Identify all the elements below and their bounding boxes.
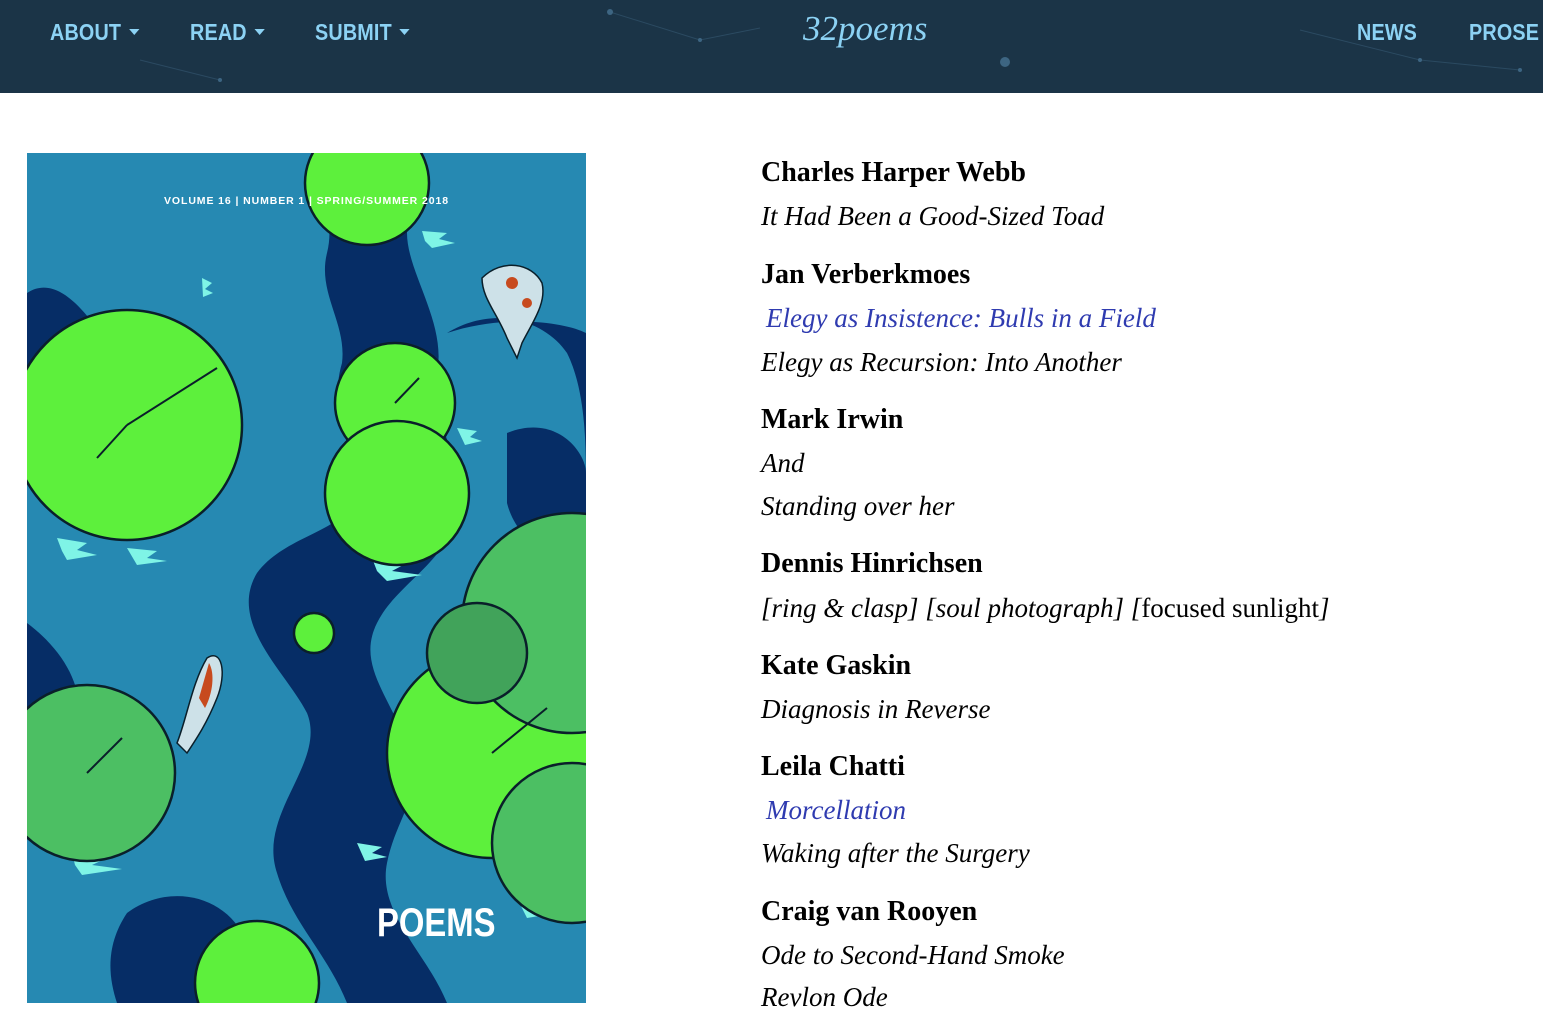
site-logo[interactable]: 32poems (803, 9, 927, 49)
issue-cover-image[interactable]: VOLUME 16 | NUMBER 1 | SPRING/SUMMER 201… (27, 153, 586, 1003)
poem-title-part: focused sunlight (1141, 593, 1320, 623)
cover-volume-line: VOLUME 16 | NUMBER 1 | SPRING/SUMMER 201… (164, 195, 449, 207)
nav-news-label: NEWS (1357, 19, 1418, 45)
author-name: Dennis Hinrichsen (761, 548, 983, 579)
poem-title-link[interactable]: Morcellation (761, 793, 1521, 827)
caret-down-icon (254, 28, 265, 35)
poem-title: Elegy as Recursion: Into Another (761, 347, 1122, 377)
poem-title: And (761, 448, 805, 478)
poem-title-part: ] (1319, 593, 1330, 623)
nav-read-label: READ (190, 19, 247, 45)
toc-entry: Craig van Rooyen Ode to Second-Hand Smok… (761, 895, 1521, 1025)
table-of-contents: Charles Harper Webb It Had Been a Good-S… (761, 156, 1521, 1025)
author-name: Leila Chatti (761, 751, 905, 782)
poem-title: Standing over her (761, 491, 955, 521)
toc-entry: Kate Gaskin Diagnosis in Reverse (761, 649, 1521, 750)
caret-down-icon (399, 28, 410, 35)
poem-title-part: [ring & clasp] [soul photograph] [ (761, 593, 1142, 623)
nav-prose[interactable]: PROSE (1469, 17, 1539, 47)
poem-title: Revlon Ode (761, 982, 888, 1012)
nav-about[interactable]: ABOUT (50, 17, 140, 47)
toc-entry: Charles Harper Webb It Had Been a Good-S… (761, 156, 1521, 258)
nav-submit[interactable]: SUBMIT (315, 17, 410, 47)
cover-illustration (27, 153, 586, 1003)
cover-title: POEMS (377, 901, 496, 945)
site-header: ABOUT READ SUBMIT 32poems NEWS PROSE (0, 0, 1543, 93)
poem-title: Waking after the Surgery (761, 838, 1030, 868)
toc-entry: Mark Irwin And Standing over her (761, 403, 1521, 547)
poem-title: Diagnosis in Reverse (761, 694, 991, 724)
poem-title-link[interactable]: Elegy as Insistence: Bulls in a Field (761, 301, 1521, 335)
nav-news[interactable]: NEWS (1357, 17, 1417, 47)
author-name: Craig van Rooyen (761, 896, 978, 927)
toc-entry: Leila Chatti Morcellation Waking after t… (761, 750, 1521, 895)
caret-down-icon (128, 28, 140, 35)
nav-prose-label: PROSE (1469, 19, 1540, 45)
nav-read[interactable]: READ (190, 17, 265, 47)
author-name: Jan Verberkmoes (761, 259, 971, 290)
toc-entry: Dennis Hinrichsen [ring & clasp] [soul p… (761, 547, 1521, 649)
toc-entry: Jan Verberkmoes Elegy as Insistence: Bul… (761, 258, 1521, 403)
poem-title: Ode to Second-Hand Smoke (761, 940, 1065, 970)
author-name: Kate Gaskin (761, 650, 912, 681)
author-name: Charles Harper Webb (761, 157, 1026, 188)
nav-about-label: ABOUT (50, 19, 122, 45)
poem-title: It Had Been a Good-Sized Toad (761, 201, 1105, 231)
author-name: Mark Irwin (761, 404, 904, 435)
nav-submit-label: SUBMIT (315, 19, 392, 45)
poem-title: [ring & clasp] [soul photograph] [focuse… (761, 591, 1521, 625)
